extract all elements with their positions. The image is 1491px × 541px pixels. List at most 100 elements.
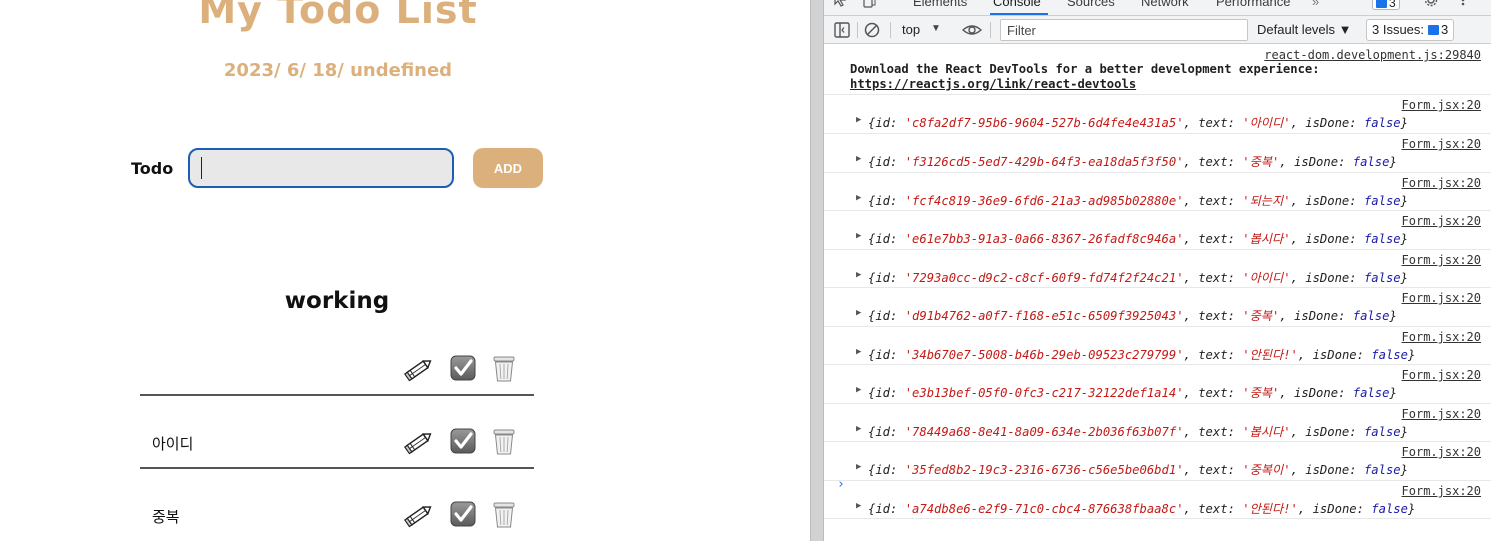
pencil-icon[interactable] bbox=[404, 500, 434, 530]
expand-triangle-icon[interactable]: ▶ bbox=[856, 193, 861, 203]
todo-input[interactable] bbox=[188, 148, 454, 188]
tab-console[interactable]: Console bbox=[993, 0, 1041, 9]
object-text: '중복이' bbox=[1242, 463, 1291, 477]
console-prompt[interactable]: › bbox=[837, 477, 845, 492]
console-log-entry: Form.jsx:20 ▶ {id: 'fcf4c819-36e9-6fd6-21a… bbox=[824, 173, 1491, 211]
object-isdone: false bbox=[1352, 155, 1390, 169]
dock-icon[interactable] bbox=[833, 21, 851, 39]
object-text: '중복' bbox=[1242, 386, 1280, 400]
trash-icon[interactable] bbox=[489, 427, 519, 457]
expand-triangle-icon[interactable]: ▶ bbox=[856, 231, 861, 241]
object-text: '안된다!' bbox=[1242, 348, 1298, 362]
todo-app: My Todo List 2023/ 6/ 18/ undefined Todo… bbox=[0, 0, 810, 541]
message-source-link[interactable]: Form.jsx:20 bbox=[1402, 407, 1481, 421]
toolbar-separator bbox=[990, 22, 991, 38]
object-id: 'e3b13bef-05f0-0fc3-c217-32122def1a14' bbox=[904, 386, 1184, 400]
console-log-entry: Form.jsx:20 ▶ {id: '7293a0cc-d9c2-c8cf-60f… bbox=[824, 250, 1491, 288]
eye-icon[interactable] bbox=[962, 21, 982, 39]
expand-triangle-icon[interactable]: ▶ bbox=[856, 462, 861, 472]
object-id: 'f3126cd5-5ed7-429b-64f3-ea18da5f3f50' bbox=[904, 155, 1184, 169]
checkbox-icon[interactable] bbox=[449, 354, 479, 384]
logged-object[interactable]: {id: '34b670e7-5008-b46b-29eb-09523c2797… bbox=[868, 345, 1415, 363]
issues-badge[interactable]: 3 bbox=[1372, 0, 1400, 10]
console-message: react-dom.development.js:29840 Download … bbox=[824, 45, 1491, 95]
issue-flag-icon bbox=[1428, 25, 1440, 35]
trash-icon[interactable] bbox=[489, 354, 519, 384]
console-filter-input[interactable] bbox=[1000, 19, 1248, 41]
checkbox-icon[interactable] bbox=[449, 427, 479, 457]
logged-object[interactable]: {id: 'a74db8e6-e2f9-71c0-cbc4-876638fbaa… bbox=[868, 499, 1415, 517]
expand-triangle-icon[interactable]: ▶ bbox=[856, 424, 861, 434]
log-levels-dropdown[interactable]: Default levels ▼ bbox=[1257, 22, 1352, 37]
pencil-icon[interactable] bbox=[404, 427, 434, 457]
panel-resize-handle[interactable] bbox=[810, 0, 824, 541]
object-text: '봅시다' bbox=[1242, 232, 1291, 246]
react-devtools-link[interactable]: https://reactjs.org/link/react-devtools bbox=[850, 77, 1136, 91]
devtools-panel: Elements Console Sources Network Perform… bbox=[824, 0, 1491, 541]
object-text: '안된다!' bbox=[1242, 502, 1298, 516]
expand-triangle-icon[interactable]: ▶ bbox=[856, 154, 861, 164]
expand-triangle-icon[interactable]: ▶ bbox=[856, 347, 861, 357]
object-id: '35fed8b2-19c3-2316-6736-c56e5be06bd1' bbox=[904, 463, 1184, 477]
todo-text: 아이디 bbox=[152, 435, 194, 453]
device-icon[interactable] bbox=[862, 0, 876, 8]
tab-sources[interactable]: Sources bbox=[1067, 0, 1115, 9]
expand-triangle-icon[interactable]: ▶ bbox=[856, 308, 861, 318]
logged-object[interactable]: {id: 'f3126cd5-5ed7-429b-64f3-ea18da5f3f… bbox=[868, 152, 1397, 170]
object-id: '34b670e7-5008-b46b-29eb-09523c279799' bbox=[904, 348, 1184, 362]
expand-triangle-icon[interactable]: ▶ bbox=[856, 270, 861, 280]
tab-elements[interactable]: Elements bbox=[913, 0, 967, 9]
clear-console-icon[interactable] bbox=[863, 21, 881, 39]
object-id: 'fcf4c819-36e9-6fd6-21a3-ad985b02880e' bbox=[904, 194, 1184, 208]
logged-object[interactable]: {id: 'fcf4c819-36e9-6fd6-21a3-ad985b0288… bbox=[868, 191, 1408, 209]
object-id: 'c8fa2df7-95b6-9604-527b-6d4fe4e431a5' bbox=[904, 116, 1184, 130]
trash-icon[interactable] bbox=[489, 500, 519, 530]
message-source-link[interactable]: Form.jsx:20 bbox=[1402, 368, 1481, 382]
console-log-entry: Form.jsx:20 ▶ {id: '34b670e7-5008-b46b-29e… bbox=[824, 327, 1491, 365]
message-source-link[interactable]: Form.jsx:20 bbox=[1402, 98, 1481, 112]
message-source-link[interactable]: Form.jsx:20 bbox=[1402, 137, 1481, 151]
message-source-link[interactable]: Form.jsx:20 bbox=[1402, 330, 1481, 344]
message-source-link[interactable]: Form.jsx:20 bbox=[1402, 176, 1481, 190]
message-body: Download the React DevTools for a better… bbox=[850, 62, 1320, 76]
console-log-entry: Form.jsx:20 ▶ {id: 'd91b4762-a0f7-f168-e51… bbox=[824, 288, 1491, 327]
todo-item bbox=[140, 346, 534, 396]
message-source-link[interactable]: Form.jsx:20 bbox=[1402, 484, 1481, 498]
expand-triangle-icon[interactable]: ▶ bbox=[856, 501, 861, 511]
object-isdone: false bbox=[1352, 309, 1390, 323]
tab-network[interactable]: Network bbox=[1141, 0, 1189, 9]
object-text: '아이디' bbox=[1242, 271, 1291, 285]
gear-icon[interactable] bbox=[1424, 0, 1438, 7]
message-source-link[interactable]: Form.jsx:20 bbox=[1402, 445, 1481, 459]
tab-performance[interactable]: Performance bbox=[1216, 0, 1290, 9]
issues-label: 3 Issues: bbox=[1372, 22, 1425, 37]
logged-object[interactable]: {id: '78449a68-8e41-8a09-634e-2b036f63b0… bbox=[868, 422, 1408, 440]
object-text: '봅시다' bbox=[1242, 425, 1291, 439]
context-selector[interactable]: top bbox=[902, 22, 920, 37]
kebab-icon[interactable] bbox=[1456, 0, 1470, 7]
logged-object[interactable]: {id: '35fed8b2-19c3-2316-6736-c56e5be06b… bbox=[868, 460, 1408, 478]
object-isdone: false bbox=[1363, 116, 1401, 130]
console-log-entry: Form.jsx:20 ▶ {id: 'a74db8e6-e2f9-71c0-cbc… bbox=[824, 481, 1491, 519]
message-source-link[interactable]: Form.jsx:20 bbox=[1402, 291, 1481, 305]
message-source-link[interactable]: Form.jsx:20 bbox=[1402, 253, 1481, 267]
devtools-tab-bar: Elements Console Sources Network Perform… bbox=[824, 0, 1491, 16]
message-source-link[interactable]: Form.jsx:20 bbox=[1402, 214, 1481, 228]
logged-object[interactable]: {id: 'e61e7bb3-91a3-0a66-8367-26fadf8c94… bbox=[868, 229, 1408, 247]
pencil-icon[interactable] bbox=[404, 354, 434, 384]
logged-object[interactable]: {id: 'd91b4762-a0f7-f168-e51c-6509f39250… bbox=[868, 306, 1397, 324]
console-log-entry: Form.jsx:20 ▶ {id: '35fed8b2-19c3-2316-673… bbox=[824, 442, 1491, 481]
more-tabs-button[interactable]: » bbox=[1312, 0, 1319, 9]
logged-object[interactable]: {id: 'c8fa2df7-95b6-9604-527b-6d4fe4e431… bbox=[868, 113, 1408, 131]
issues-button[interactable]: 3 Issues: 3 bbox=[1366, 19, 1455, 41]
add-button[interactable]: ADD bbox=[473, 148, 543, 188]
issues-count: 3 bbox=[1441, 22, 1449, 37]
object-isdone: false bbox=[1371, 348, 1408, 362]
logged-object[interactable]: {id: 'e3b13bef-05f0-0fc3-c217-32122def1a… bbox=[868, 383, 1397, 401]
checkbox-icon[interactable] bbox=[449, 500, 479, 530]
expand-triangle-icon[interactable]: ▶ bbox=[856, 115, 861, 125]
logged-object[interactable]: {id: '7293a0cc-d9c2-c8cf-60f9-fd74f2f24c… bbox=[868, 268, 1408, 286]
expand-triangle-icon[interactable]: ▶ bbox=[856, 385, 861, 395]
inspect-icon[interactable] bbox=[834, 0, 848, 8]
message-source-link[interactable]: react-dom.development.js:29840 bbox=[1264, 48, 1481, 62]
